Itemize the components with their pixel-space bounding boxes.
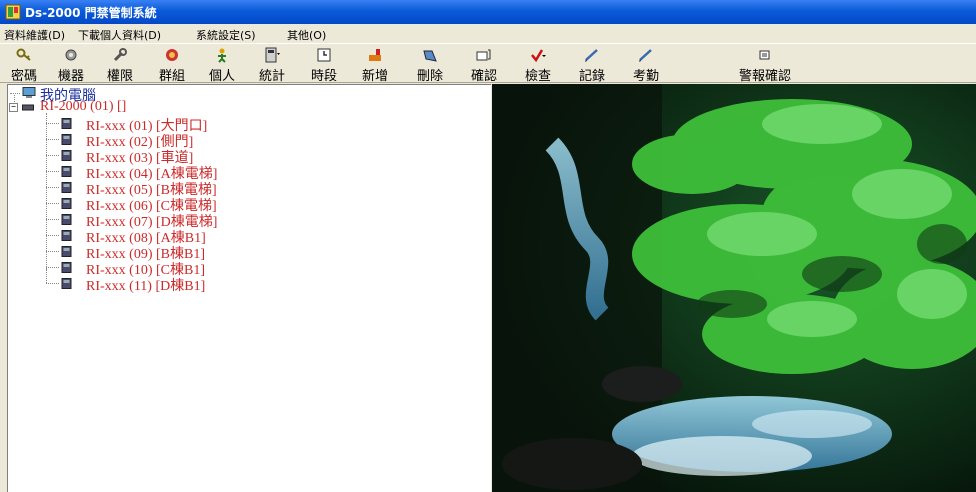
- menu-other[interactable]: 其他(O): [287, 27, 326, 43]
- device-icon: [61, 246, 72, 257]
- person-icon: [218, 48, 226, 63]
- machine-label: 機器: [57, 69, 84, 84]
- tree-line: [46, 203, 59, 204]
- device-icon: [61, 182, 72, 193]
- password-button[interactable]: 密碼: [2, 46, 46, 84]
- toolbar: 密碼 機器 權限 群組 個人 統計 時段 新增 刪除 確認 檢查 記錄 考勤 警…: [0, 43, 976, 84]
- device-icon: [61, 150, 72, 161]
- tree-line: [46, 219, 59, 220]
- confirm-icon: [476, 49, 491, 61]
- tree-line: [46, 187, 59, 188]
- add-label: 新增: [361, 69, 388, 84]
- background-photo: [492, 84, 976, 492]
- statistics-button[interactable]: 統計: [248, 46, 296, 84]
- device-icon: [61, 118, 72, 129]
- alarm-icon: [759, 50, 770, 60]
- computer-icon: [22, 87, 36, 98]
- app-icon[interactable]: [5, 4, 21, 20]
- tree-line: [46, 269, 47, 283]
- log-icon: [585, 49, 598, 62]
- check-icon: [531, 49, 546, 63]
- time-period-button[interactable]: 時段: [300, 46, 348, 84]
- attendance-label: 考勤: [632, 69, 659, 84]
- password-label: 密碼: [10, 69, 37, 84]
- time-period-label: 時段: [310, 69, 337, 84]
- tree-line: [46, 235, 59, 236]
- delete-label: 刪除: [416, 69, 443, 84]
- alarm-confirm-label: 警報確認: [738, 69, 791, 84]
- confirm-label: 確認: [470, 69, 497, 84]
- add-icon: [369, 49, 381, 61]
- tree-line: [46, 139, 59, 140]
- delete-icon: [423, 50, 437, 62]
- device-icon: [61, 214, 72, 225]
- device-icon: [61, 134, 72, 145]
- collapse-toggle[interactable]: −: [9, 103, 18, 112]
- clock-icon: [317, 48, 331, 62]
- tree-line: [46, 113, 47, 271]
- group-label: 群組: [158, 69, 185, 84]
- tree-line: [46, 283, 59, 284]
- personal-button[interactable]: 個人: [198, 46, 246, 84]
- tree-device-item[interactable]: RI-xxx (11) [D棟B1]: [86, 275, 205, 295]
- device-icon: [61, 198, 72, 209]
- check-button[interactable]: 檢查: [512, 46, 564, 84]
- menu-system-settings[interactable]: 系統設定(S): [196, 27, 256, 43]
- title-bar[interactable]: Ds-2000 門禁管制系統: [0, 0, 976, 24]
- menu-data-maintenance[interactable]: 資料維護(D): [4, 27, 65, 43]
- tree-line: [10, 93, 20, 94]
- add-button[interactable]: 新增: [350, 46, 400, 84]
- log-button[interactable]: 記錄: [566, 46, 618, 84]
- key-icon: [16, 48, 31, 61]
- tree-line: [46, 123, 59, 124]
- device-icon: [61, 262, 72, 273]
- machine-button[interactable]: 機器: [48, 46, 94, 84]
- attendance-icon: [639, 49, 652, 62]
- personal-label: 個人: [208, 69, 235, 84]
- group-icon: [166, 49, 178, 61]
- tree-line: [46, 155, 59, 156]
- device-icon: [61, 166, 72, 177]
- controller-icon: [22, 104, 34, 111]
- log-label: 記錄: [578, 69, 605, 84]
- device-tree-pane[interactable]: 我的電腦 − RI-2000 (01) [] RI-xxx (01) [大門口]…: [7, 84, 491, 492]
- permission-button[interactable]: 權限: [96, 46, 144, 84]
- menu-bar: 資料維護(D) 下載個人資料(D) 系統設定(S) 其他(O): [0, 24, 976, 43]
- group-button[interactable]: 群組: [148, 46, 196, 84]
- forest-stream-image: [492, 84, 976, 492]
- calculator-icon: [265, 47, 280, 63]
- wrench-icon: [113, 48, 127, 62]
- check-label: 檢查: [524, 69, 551, 84]
- confirm-button[interactable]: 確認: [458, 46, 510, 84]
- tree-line: [46, 171, 59, 172]
- device-icon: [61, 230, 72, 241]
- device-icon: [61, 278, 72, 289]
- permission-label: 權限: [106, 69, 133, 84]
- window-title: Ds-2000 門禁管制系統: [25, 6, 157, 20]
- tree-controller-node[interactable]: RI-2000 (01) []: [40, 99, 126, 115]
- delete-button[interactable]: 刪除: [404, 46, 456, 84]
- gear-icon: [65, 49, 77, 61]
- tree-line: [46, 251, 59, 252]
- menu-download-personal[interactable]: 下載個人資料(D): [78, 27, 161, 43]
- attendance-button[interactable]: 考勤: [620, 46, 672, 84]
- alarm-confirm-button[interactable]: 警報確認: [724, 46, 806, 84]
- statistics-label: 統計: [258, 69, 285, 84]
- tree-line: [46, 267, 59, 268]
